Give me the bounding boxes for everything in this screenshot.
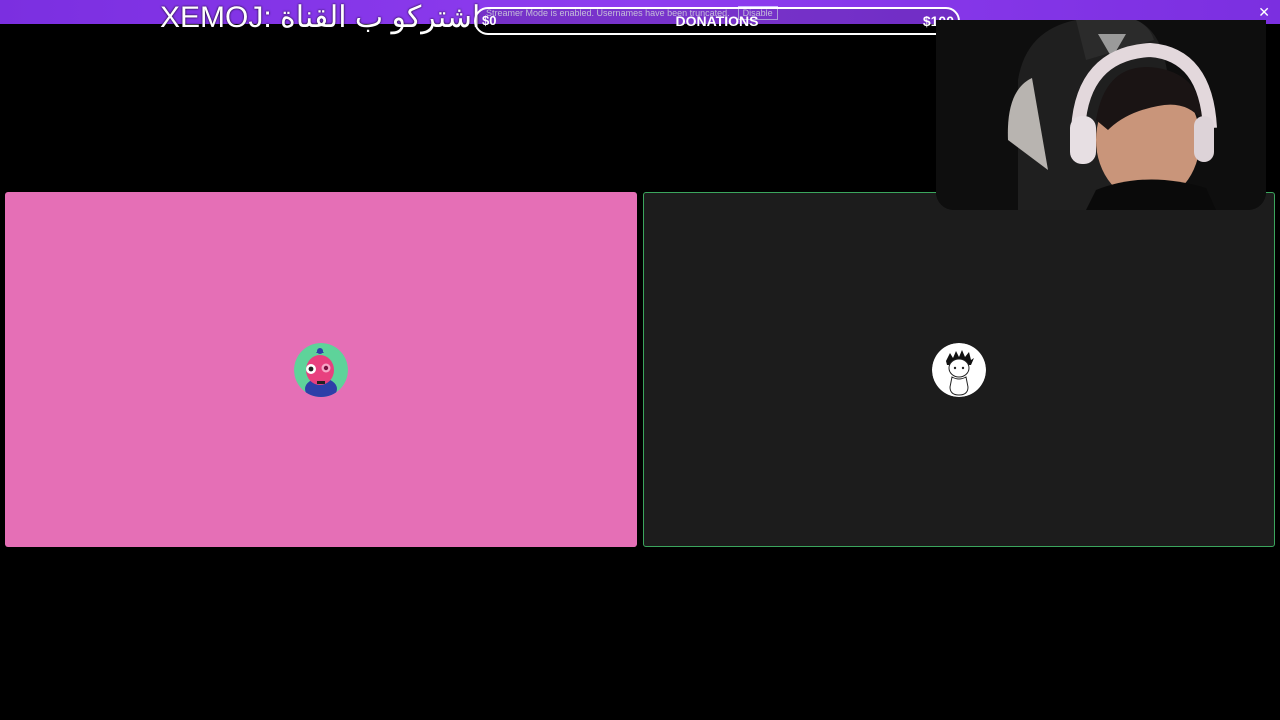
webcam-feed-person-with-headphones (936, 20, 1266, 210)
close-icon[interactable]: ✕ (1258, 3, 1270, 21)
sketch-person-avatar-icon (932, 342, 986, 397)
voice-tile-participant-left[interactable] (5, 192, 637, 547)
webcam-feed (936, 20, 1266, 210)
pink-character-avatar-icon (294, 342, 348, 397)
stream-overlay-text: XEMOJ: اشتركو ب القناة (160, 1, 481, 34)
donation-goal-bar: $0 DONATIONS $100 (474, 7, 960, 35)
voice-tile-participant-right[interactable] (643, 192, 1275, 547)
donation-title: DONATIONS (675, 13, 759, 29)
